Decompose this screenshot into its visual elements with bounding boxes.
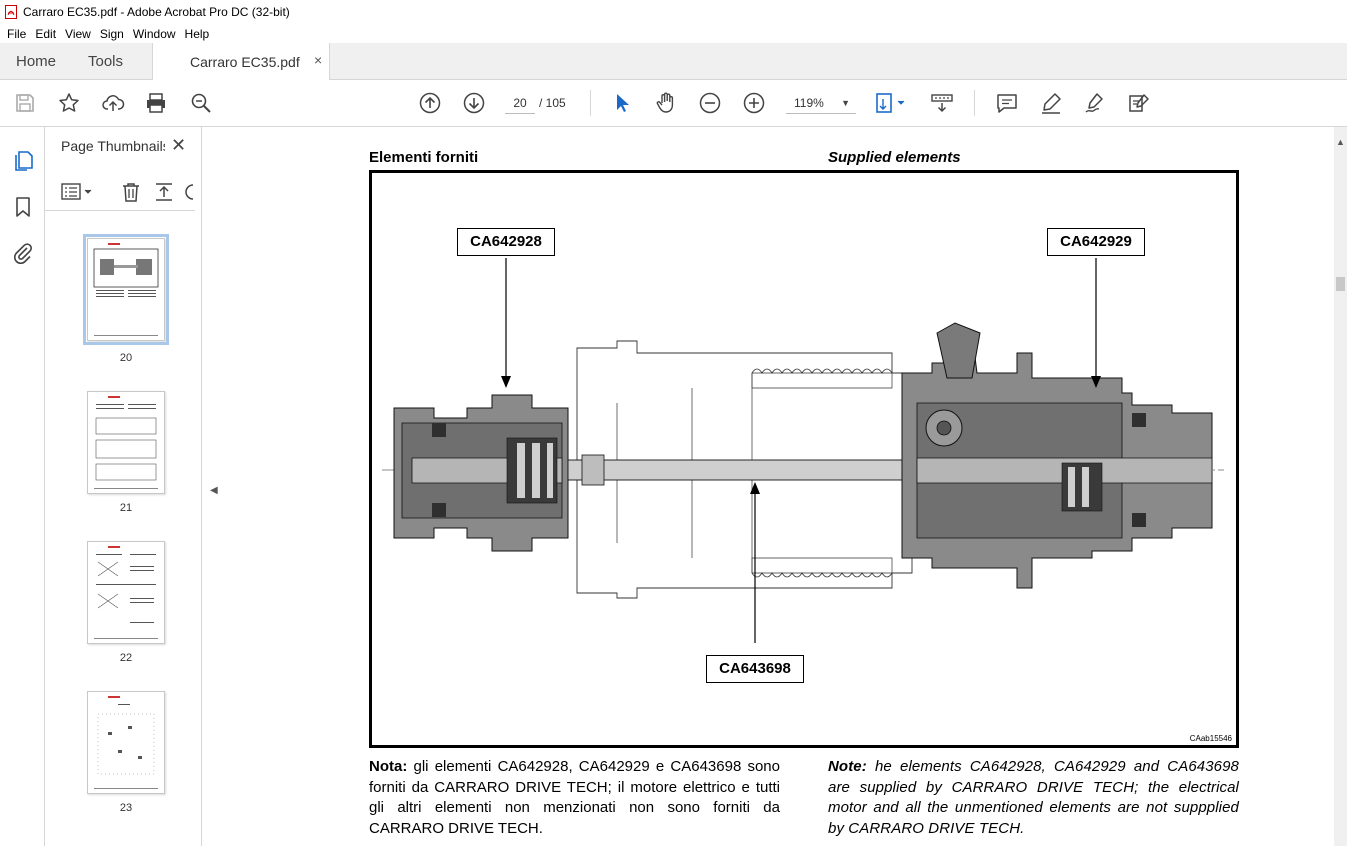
print-icon[interactable] (144, 91, 168, 115)
zoom-level-input[interactable]: 119% ▼ (786, 92, 856, 114)
note-italian: Nota: gli elementi CA642928, CA642929 e … (369, 757, 780, 839)
tab-close-button[interactable]: × (314, 52, 322, 68)
page-number-input[interactable]: 20 (505, 92, 535, 114)
tab-bar: Home Tools Carraro EC35.pdf × (0, 43, 1347, 80)
left-navigation-rail (0, 127, 45, 846)
next-page-icon[interactable] (462, 91, 486, 115)
callout-shaft-part: CA643698 (706, 655, 804, 683)
panel-toolbar (45, 173, 195, 211)
scroll-mode-icon[interactable] (930, 91, 954, 115)
menu-edit[interactable]: Edit (35, 27, 56, 41)
menu-window[interactable]: Window (133, 27, 176, 41)
page-thumbnail-23[interactable] (87, 691, 165, 794)
window-title: Carraro EC35.pdf - Adobe Acrobat Pro DC … (23, 5, 290, 19)
panel-title: Page Thumbnails (61, 138, 165, 154)
page-thumbnails-icon[interactable] (11, 149, 35, 173)
note-italian-label: Nota: (369, 758, 408, 775)
toolbar-divider (974, 90, 975, 116)
axle-cross-section-drawing (382, 258, 1224, 643)
chevron-down-icon[interactable]: ▼ (841, 92, 850, 114)
star-icon[interactable] (57, 91, 81, 115)
document-viewport: Elementi forniti Supplied elements CA642… (226, 127, 1334, 846)
bookmark-icon[interactable] (11, 195, 35, 219)
thumbnail-label: 21 (119, 502, 133, 514)
chevron-up-icon[interactable]: ▲ (1336, 137, 1345, 147)
fill-sign-icon[interactable] (1127, 91, 1151, 115)
thumbnail-preview (94, 396, 158, 489)
panel-collapse-gutter: ◀ (202, 127, 226, 846)
tab-tools[interactable]: Tools (88, 53, 123, 70)
tab-home[interactable]: Home (16, 53, 56, 70)
note-english: Note: he elements CA642928, CA642929 and… (828, 757, 1239, 839)
hand-tool-icon[interactable] (654, 91, 678, 115)
upload-cloud-icon[interactable] (101, 91, 125, 115)
previous-page-icon[interactable] (418, 91, 442, 115)
menu-help[interactable]: Help (185, 27, 210, 41)
menu-view[interactable]: View (65, 27, 91, 41)
heading-italian: Elementi forniti (369, 149, 479, 166)
thumbnail-label: 20 (119, 352, 133, 364)
select-cursor-icon[interactable] (610, 91, 634, 115)
zoom-search-icon[interactable] (189, 91, 213, 115)
attachment-icon[interactable] (11, 241, 35, 265)
scrollbar-thumb[interactable] (1336, 277, 1345, 291)
extract-page-icon[interactable] (153, 181, 175, 203)
toolbar-divider (590, 90, 591, 116)
zoom-level-value: 119% (794, 96, 824, 110)
delete-page-icon[interactable] (120, 181, 142, 203)
menu-bar: File Edit View Sign Window Help (0, 24, 1347, 43)
acrobat-icon (5, 5, 17, 19)
zoom-out-icon[interactable] (698, 91, 722, 115)
note-english-label: Note: (828, 758, 867, 775)
document-scrollbar[interactable]: ▲ (1334, 127, 1347, 846)
page-thumbnail-22[interactable] (87, 541, 165, 644)
tab-document[interactable]: Carraro EC35.pdf × (152, 43, 330, 80)
highlight-pen-icon[interactable] (1039, 91, 1063, 115)
comment-icon[interactable] (995, 91, 1019, 115)
thumbnail-label: 22 (119, 652, 133, 664)
figure-code: CAab15546 (1189, 734, 1232, 743)
note-italian-text: gli elementi CA642928, CA642929 e CA6436… (369, 758, 780, 837)
thumbnail-preview (94, 696, 158, 789)
draw-sign-icon[interactable] (1083, 91, 1107, 115)
note-english-text: he elements CA642928, CA642929 and CA643… (828, 758, 1239, 837)
save-icon[interactable] (13, 91, 37, 115)
thumbnail-preview (94, 546, 158, 639)
callout-left-part: CA642928 (457, 228, 555, 256)
thumbnail-preview (93, 243, 159, 336)
technical-figure: CA642928 CA642929 CA643698 CAab15546 (369, 170, 1239, 748)
title-bar: Carraro EC35.pdf - Adobe Acrobat Pro DC … (0, 0, 1347, 24)
page-thumbnails-panel: Page Thumbnails ✕ 20 21 22 23 (45, 127, 244, 846)
page-total: / 105 (539, 96, 566, 110)
menu-file[interactable]: File (7, 27, 26, 41)
main-toolbar: 20 / 105 119% ▼ (0, 80, 1347, 127)
page-thumbnail-21[interactable] (87, 391, 165, 494)
callout-right-part: CA642929 (1047, 228, 1145, 256)
thumbnail-label: 23 (119, 802, 133, 814)
close-icon[interactable]: ✕ (171, 135, 186, 156)
collapse-panel-icon[interactable]: ◀ (210, 485, 218, 496)
tab-document-label: Carraro EC35.pdf (190, 54, 300, 70)
rotate-page-icon[interactable] (184, 181, 194, 203)
zoom-in-icon[interactable] (742, 91, 766, 115)
heading-english: Supplied elements (828, 149, 961, 166)
page-fit-icon[interactable] (874, 91, 908, 115)
menu-sign[interactable]: Sign (100, 27, 124, 41)
thumbnail-options-icon[interactable] (60, 182, 94, 202)
page-thumbnail-20[interactable] (83, 234, 169, 345)
